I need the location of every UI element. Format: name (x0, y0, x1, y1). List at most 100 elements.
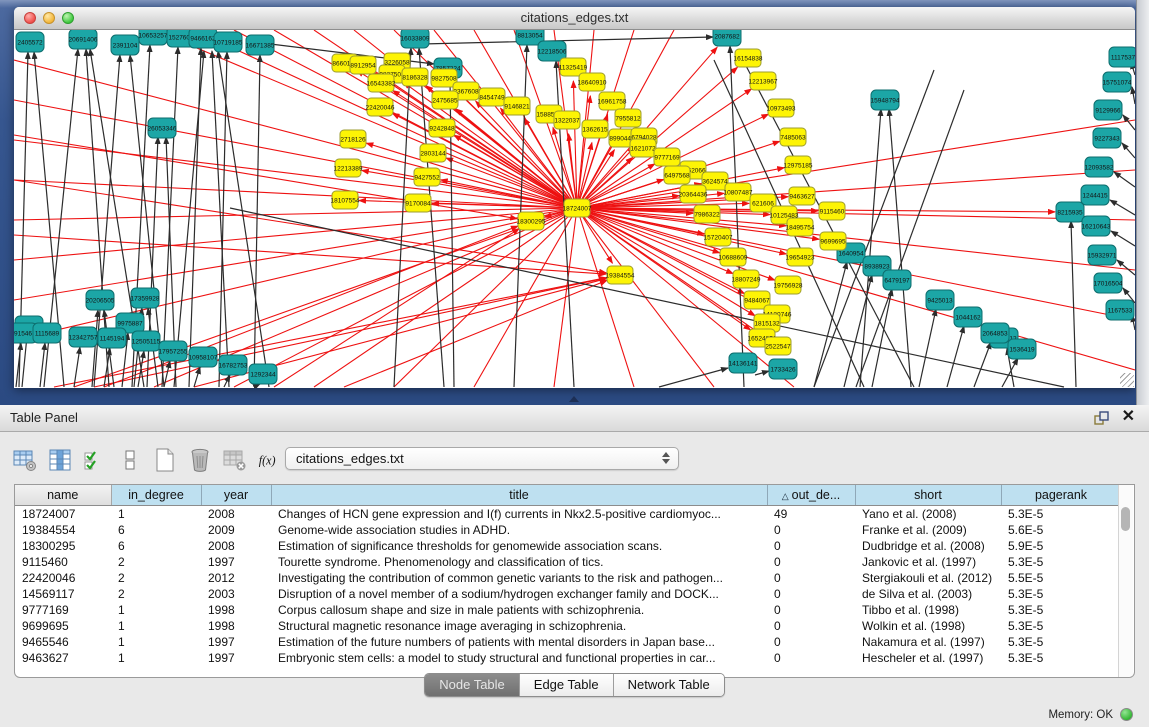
table-row[interactable]: 1456911722003Disruption of a novel membe… (15, 586, 1121, 602)
create-column-icon[interactable] (150, 445, 180, 475)
graph-node-teal[interactable]: 2391104 (111, 35, 139, 55)
graph-node-yellow[interactable]: 9463627 (789, 187, 815, 205)
graph-node-yellow[interactable]: 8912954 (350, 56, 376, 74)
graph-node-teal[interactable]: 9425013 (926, 290, 954, 310)
delete-table-icon[interactable] (220, 445, 250, 475)
graph-node-teal[interactable]: 10958107 (189, 347, 218, 367)
graph-node-teal[interactable]: 8215935 (1056, 202, 1084, 222)
graph-node-teal[interactable]: 2064853 (981, 323, 1009, 343)
graph-node-yellow[interactable]: 6497568 (664, 166, 690, 184)
table-row[interactable]: 1830029562008Estimation of significance … (15, 538, 1121, 554)
float-panel-icon[interactable] (1093, 410, 1109, 426)
graph-node-yellow[interactable]: 19384554 (606, 266, 635, 284)
graph-node-yellow[interactable]: 9699695 (820, 232, 846, 250)
graph-node-yellow[interactable]: 2803144 (420, 144, 446, 162)
graph-node-yellow[interactable]: 7955812 (615, 109, 641, 127)
graph-node-teal[interactable]: 1244415 (1081, 185, 1109, 205)
column-header-title[interactable]: title (271, 485, 767, 506)
graph-node-yellow[interactable]: 9777169 (654, 148, 680, 166)
graph-node-yellow[interactable]: 20364436 (679, 185, 708, 203)
tab-node-table[interactable]: Node Table (425, 674, 519, 696)
graph-node-teal[interactable]: 20206505 (86, 290, 115, 310)
table-selector-dropdown[interactable]: citations_edges.txt (285, 447, 679, 470)
column-selector-icon[interactable] (45, 445, 75, 475)
graph-node-teal[interactable]: 1044162 (954, 307, 982, 327)
graph-node-teal[interactable]: 9129966 (1094, 100, 1122, 120)
close-panel-icon[interactable]: ✕ (1122, 408, 1135, 426)
graph-node-yellow[interactable]: 8186328 (402, 68, 428, 86)
graph-node-yellow[interactable]: 16543382 (367, 74, 396, 92)
delete-column-icon[interactable] (185, 445, 215, 475)
graph-node-teal[interactable]: 17016504 (1094, 273, 1123, 293)
graph-node-yellow[interactable]: 7485063 (780, 128, 806, 146)
table-row[interactable]: 911546021997Tourette syndrome. Phenomeno… (15, 554, 1121, 570)
column-header-out-de[interactable]: △out_de... (767, 485, 855, 506)
graph-node-teal[interactable]: 1117537 (1109, 47, 1135, 67)
graph-node-yellow[interactable]: 19756928 (774, 276, 803, 294)
function-builder-icon[interactable]: f(x) (255, 445, 285, 475)
graph-node-teal[interactable]: 17957255 (159, 341, 188, 361)
table-row[interactable]: 1938455462009Genome-wide association stu… (15, 522, 1121, 538)
graph-node-yellow[interactable]: 12975185 (784, 156, 813, 174)
graph-node-yellow[interactable]: 18807249 (732, 270, 761, 288)
graph-node-yellow[interactable]: 9146821 (504, 97, 530, 115)
graph-hub-node[interactable]: 18724007 (563, 199, 592, 217)
memory-ok-indicator-icon[interactable] (1120, 708, 1133, 721)
graph-node-teal[interactable]: 16033809 (401, 30, 430, 48)
graph-node-teal[interactable]: 16782753 (219, 355, 248, 375)
graph-node-teal[interactable]: 14136141 (729, 353, 758, 373)
graph-node-yellow[interactable]: 16154838 (734, 49, 763, 67)
table-row[interactable]: 946362711997Embryonic stem cells: a mode… (15, 650, 1121, 666)
graph-node-yellow[interactable]: 7986322 (694, 205, 720, 223)
graph-node-yellow[interactable]: 15720407 (704, 228, 733, 246)
graph-node-yellow[interactable]: 9242848 (429, 119, 455, 137)
graph-node-teal[interactable]: 1167533 (1106, 300, 1134, 320)
column-header-year[interactable]: year (201, 485, 271, 506)
row-height-icon[interactable] (115, 445, 145, 475)
graph-node-teal[interactable]: 15948794 (871, 90, 900, 110)
column-header-pagerank[interactable]: pagerank (1001, 485, 1121, 506)
graph-node-teal[interactable]: 17359928 (131, 288, 160, 308)
graph-node-yellow[interactable]: 12213967 (749, 72, 778, 90)
graph-node-teal[interactable]: 26053346 (148, 118, 177, 138)
table-row[interactable]: 1872400712008Changes of HCN gene express… (15, 506, 1121, 523)
column-header-in-degree[interactable]: in_degree (111, 485, 201, 506)
graph-node-teal[interactable]: 15932971 (1088, 245, 1117, 265)
graph-node-teal[interactable]: 10719185 (214, 32, 243, 52)
graph-node-teal[interactable]: 1733426 (769, 359, 797, 379)
graph-node-yellow[interactable]: 22420046 (366, 98, 395, 116)
column-header-name[interactable]: name (15, 485, 111, 506)
graph-node-yellow[interactable]: 12213389 (334, 159, 363, 177)
graph-node-yellow[interactable]: 2475685 (432, 91, 458, 109)
graph-node-teal[interactable]: 15751074 (1103, 72, 1132, 92)
resize-grip-icon[interactable] (1120, 373, 1134, 387)
graph-node-yellow[interactable]: 10973493 (767, 99, 796, 117)
table-scrollbar[interactable] (1118, 485, 1133, 677)
graph-node-teal[interactable]: 1145194 (98, 328, 126, 348)
graph-node-teal[interactable]: 20691406 (69, 30, 98, 49)
graph-node-teal[interactable]: 16210643 (1082, 216, 1111, 236)
graph-node-teal[interactable]: 2405572 (16, 32, 44, 52)
table-row[interactable]: 2242004622012Investigating the contribut… (15, 570, 1121, 586)
graph-node-teal[interactable]: 1292344 (249, 364, 277, 384)
graph-node-teal[interactable]: 16671385 (246, 35, 275, 55)
graph-node-yellow[interactable]: 18300295 (517, 212, 546, 230)
graph-node-teal[interactable]: 6479197 (883, 270, 911, 290)
graph-node-yellow[interactable]: 19654923 (786, 248, 815, 266)
column-header-short[interactable]: short (855, 485, 1001, 506)
graph-node-yellow[interactable]: 10688609 (719, 248, 748, 266)
table-options-icon[interactable] (10, 445, 40, 475)
network-window-titlebar[interactable]: citations_edges.txt (14, 7, 1135, 30)
graph-node-yellow[interactable]: 18107554 (331, 191, 360, 209)
graph-node-yellow[interactable]: 10807487 (724, 183, 753, 201)
network-canvas[interactable]: 2405572206914062391104106532571527602946… (14, 30, 1135, 388)
splitter-handle-icon[interactable] (569, 396, 579, 402)
tab-network-table[interactable]: Network Table (613, 674, 724, 696)
graph-node-yellow[interactable]: 9170084 (405, 194, 431, 212)
graph-node-yellow[interactable]: 1322037 (554, 111, 580, 129)
graph-node-teal[interactable]: 12342757 (69, 327, 98, 347)
tab-edge-table[interactable]: Edge Table (519, 674, 613, 696)
graph-node-teal[interactable]: 10653257 (139, 30, 168, 45)
graph-node-yellow[interactable]: 9115460 (819, 202, 845, 220)
graph-node-yellow[interactable]: 2718126 (340, 130, 366, 148)
